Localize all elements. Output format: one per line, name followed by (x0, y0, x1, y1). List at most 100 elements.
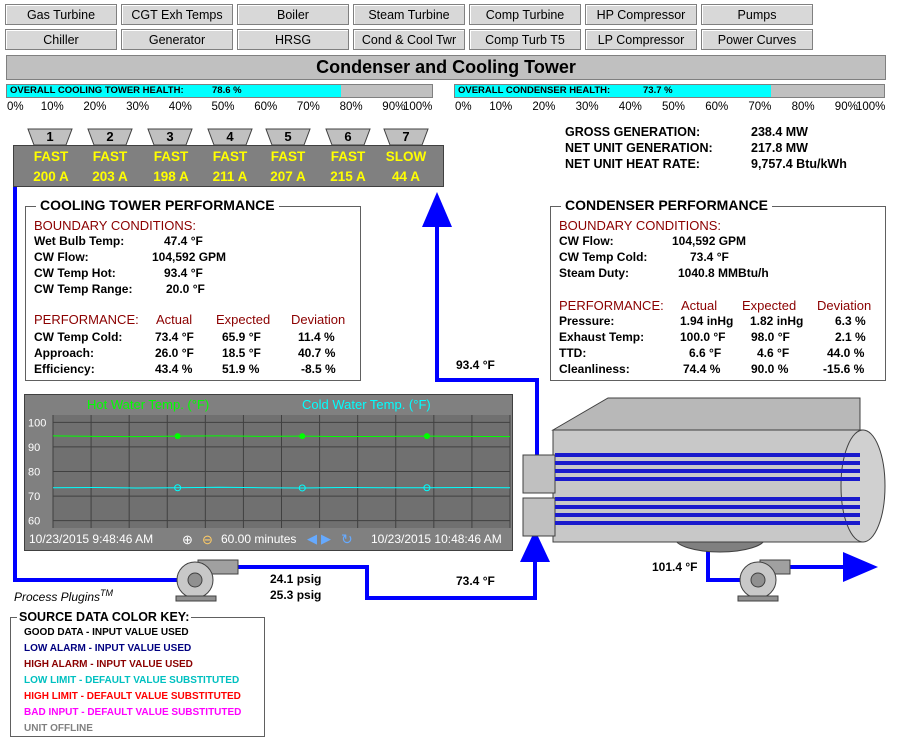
key-low-limit: LOW LIMIT - DEFAULT VALUE SUBSTITUTED (24, 675, 240, 686)
cd-ttd-label: TTD: (559, 346, 587, 360)
cd-pressure-actual: 1.94 inHg (680, 314, 734, 328)
key-bad-input: BAD INPUT - DEFAULT VALUE SUBSTITUTED (24, 707, 242, 718)
fan-5-status: FAST (270, 149, 306, 164)
cd-header-actual: Actual (681, 298, 718, 313)
ct-efficiency-label: Efficiency: (34, 362, 95, 376)
trend-back-icon[interactable]: ◀ (307, 531, 317, 547)
trend-series-1-point (174, 433, 181, 440)
cooling-tower-performance-title: COOLING TOWER PERFORMANCE (36, 197, 279, 213)
ct-cw-temp-range-value: 20.0 °F (166, 282, 205, 296)
fan-5-amps: 207 A (270, 169, 306, 184)
cd-steam-duty-label: Steam Duty: (559, 266, 630, 280)
ct-cw-flow-value: 104,592 GPM (152, 250, 227, 264)
trend-zoom-out-icon[interactable]: ⊖ (202, 532, 213, 548)
trend-end-time: 10/23/2015 10:48:46 AM (371, 532, 502, 546)
fan-7-status: SLOW (385, 149, 427, 164)
cd-ttd-expected: 4.6 °F (757, 346, 790, 360)
color-key-title: SOURCE DATA COLOR KEY: (17, 610, 192, 624)
fan-3-status: FAST (153, 149, 189, 164)
pump-suction-pressure: 24.1 psig (270, 572, 322, 586)
condensate-pump-icon (737, 559, 791, 602)
cd-pressure-label: Pressure: (559, 314, 615, 328)
cd-cleanliness-label: Cleanliness: (559, 362, 630, 376)
condensate-arrow (843, 552, 878, 582)
fan-2-status: FAST (92, 149, 128, 164)
fan-5-number: 5 (284, 129, 292, 144)
ct-efficiency-expected: 51.9 % (222, 362, 260, 376)
fan-6-amps: 215 A (330, 169, 366, 184)
trend-start-time: 10/23/2015 9:48:46 AM (29, 532, 154, 546)
cw-pump-icon (175, 559, 239, 602)
cd-ttd-deviation: 44.0 % (827, 346, 865, 360)
fan-6-status: FAST (330, 149, 366, 164)
trend-y-tick-label: 80 (28, 467, 40, 479)
ct-cw-temp-hot-value: 93.4 °F (164, 266, 203, 280)
cd-ttd-actual: 6.6 °F (689, 346, 722, 360)
trend-plot-area: 100 90 80 70 60 (28, 415, 511, 528)
ct-performance-title: PERFORMANCE: (34, 312, 139, 327)
trend-y-tick-label: 70 (28, 491, 40, 503)
cd-cw-flow-label: CW Flow: (559, 234, 614, 248)
ct-cw-flow-label: CW Flow: (34, 250, 89, 264)
cooling-tower-fan-strip: FAST 200 A FAST 203 A FAST 198 A FAST 21… (13, 145, 444, 187)
cd-exhaust-temp-deviation: 2.1 % (835, 330, 866, 344)
ct-header-actual: Actual (156, 312, 193, 327)
source-data-color-key: SOURCE DATA COLOR KEY: GOOD DATA - INPUT… (10, 610, 265, 737)
condenser-icon (522, 397, 886, 553)
cw-hot-arrow (422, 192, 452, 227)
cd-cw-temp-cold-label: CW Temp Cold: (559, 250, 648, 264)
ct-approach-label: Approach: (34, 346, 94, 360)
trend-forward-icon[interactable]: ▶ (321, 531, 331, 547)
fan-1-number: 1 (46, 129, 54, 144)
cd-boundary-title: BOUNDARY CONDITIONS: (559, 218, 722, 233)
process-plugins-brand: Process PluginsTM (14, 588, 113, 604)
ct-wet-bulb-label: Wet Bulb Temp: (34, 234, 125, 248)
trend-y-tick-label: 90 (28, 442, 40, 454)
key-unit-offline: UNIT OFFLINE (24, 723, 93, 734)
ct-cw-temp-range-label: CW Temp Range: (34, 282, 133, 296)
brand-tm: TM (100, 588, 114, 598)
trend-zoom-in-icon[interactable]: ⊕ (182, 532, 193, 548)
ct-cw-temp-cold-actual: 73.4 °F (155, 330, 194, 344)
fan-6-number: 6 (344, 129, 352, 144)
hot-water-temp-label: 93.4 °F (456, 358, 495, 372)
pump-discharge-pressure: 25.3 psig (270, 588, 322, 602)
trend-refresh-icon[interactable]: ↻ (341, 531, 353, 548)
temperature-trend-chart[interactable]: Hot Water Temp. (°F) Cold Water Temp. (°… (24, 394, 513, 551)
cd-cw-flow-value: 104,592 GPM (672, 234, 747, 248)
condensate-pipe (706, 548, 740, 582)
trend-y-tick-label: 100 (28, 417, 46, 429)
fan-4-status: FAST (212, 149, 248, 164)
fan-7-amps: 44 A (391, 169, 420, 184)
key-high-alarm: HIGH ALARM - INPUT VALUE USED (24, 659, 193, 670)
ct-header-deviation: Deviation (291, 312, 346, 327)
cd-cleanliness-deviation: -15.6 % (823, 362, 865, 376)
cd-cleanliness-actual: 74.4 % (683, 362, 721, 376)
fan-1-amps: 200 A (33, 169, 69, 184)
fan-3-amps: 198 A (153, 169, 189, 184)
ct-header-expected: Expected (216, 312, 271, 327)
cd-exhaust-temp-expected: 98.0 °F (751, 330, 790, 344)
cd-pressure-deviation: 6.3 % (835, 314, 866, 328)
ct-cw-temp-hot-label: CW Temp Hot: (34, 266, 116, 280)
cd-performance-title: PERFORMANCE: (559, 298, 664, 313)
ct-efficiency-deviation: -8.5 % (301, 362, 336, 376)
fan-2-number: 2 (106, 129, 114, 144)
ct-cw-temp-cold-label: CW Temp Cold: (34, 330, 123, 344)
trend-span: 60.00 minutes (221, 532, 297, 546)
condensate-temp-label: 101.4 °F (652, 560, 698, 574)
cd-header-deviation: Deviation (817, 298, 872, 313)
cd-pressure-expected: 1.82 inHg (750, 314, 804, 328)
fan-4-amps: 211 A (212, 169, 248, 184)
fan-3-number: 3 (166, 129, 174, 144)
ct-efficiency-actual: 43.4 % (155, 362, 193, 376)
key-low-alarm: LOW ALARM - INPUT VALUE USED (24, 643, 192, 654)
trend-y-tick-label: 60 (28, 516, 40, 528)
fan-7-number: 7 (402, 129, 410, 144)
condenser-performance-title: CONDENSER PERFORMANCE (561, 197, 773, 213)
fan-1-status: FAST (33, 149, 69, 164)
ct-approach-actual: 26.0 °F (155, 346, 194, 360)
key-good-data: GOOD DATA - INPUT VALUE USED (24, 627, 189, 638)
cd-exhaust-temp-actual: 100.0 °F (680, 330, 726, 344)
cd-cleanliness-expected: 90.0 % (751, 362, 789, 376)
